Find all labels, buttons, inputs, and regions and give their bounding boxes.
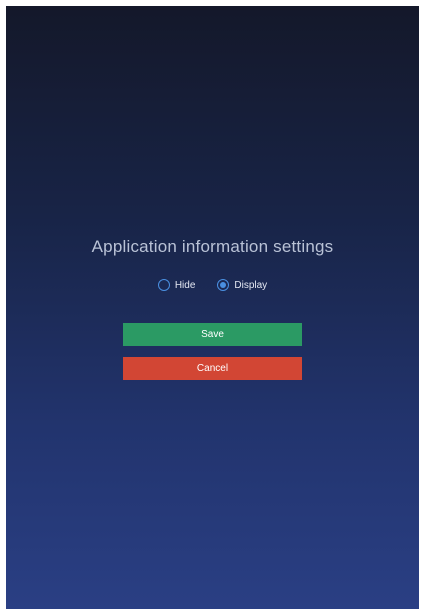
page-title: Application information settings <box>91 237 334 256</box>
radio-selected-icon[interactable] <box>217 279 230 291</box>
radio-label-display: Display <box>234 279 268 291</box>
save-button[interactable]: Save <box>123 323 302 346</box>
radio-label-hide: Hide <box>174 279 196 291</box>
visibility-radio-group: Hide Display <box>6 279 419 291</box>
radio-unselected-icon[interactable] <box>157 279 170 291</box>
settings-screen: Application information settings Hide Di… <box>6 6 419 609</box>
radio-option-hide[interactable]: Hide <box>157 279 196 291</box>
radio-dot-icon <box>220 282 227 288</box>
cancel-button[interactable]: Cancel <box>123 357 302 380</box>
radio-option-display[interactable]: Display <box>217 279 267 291</box>
